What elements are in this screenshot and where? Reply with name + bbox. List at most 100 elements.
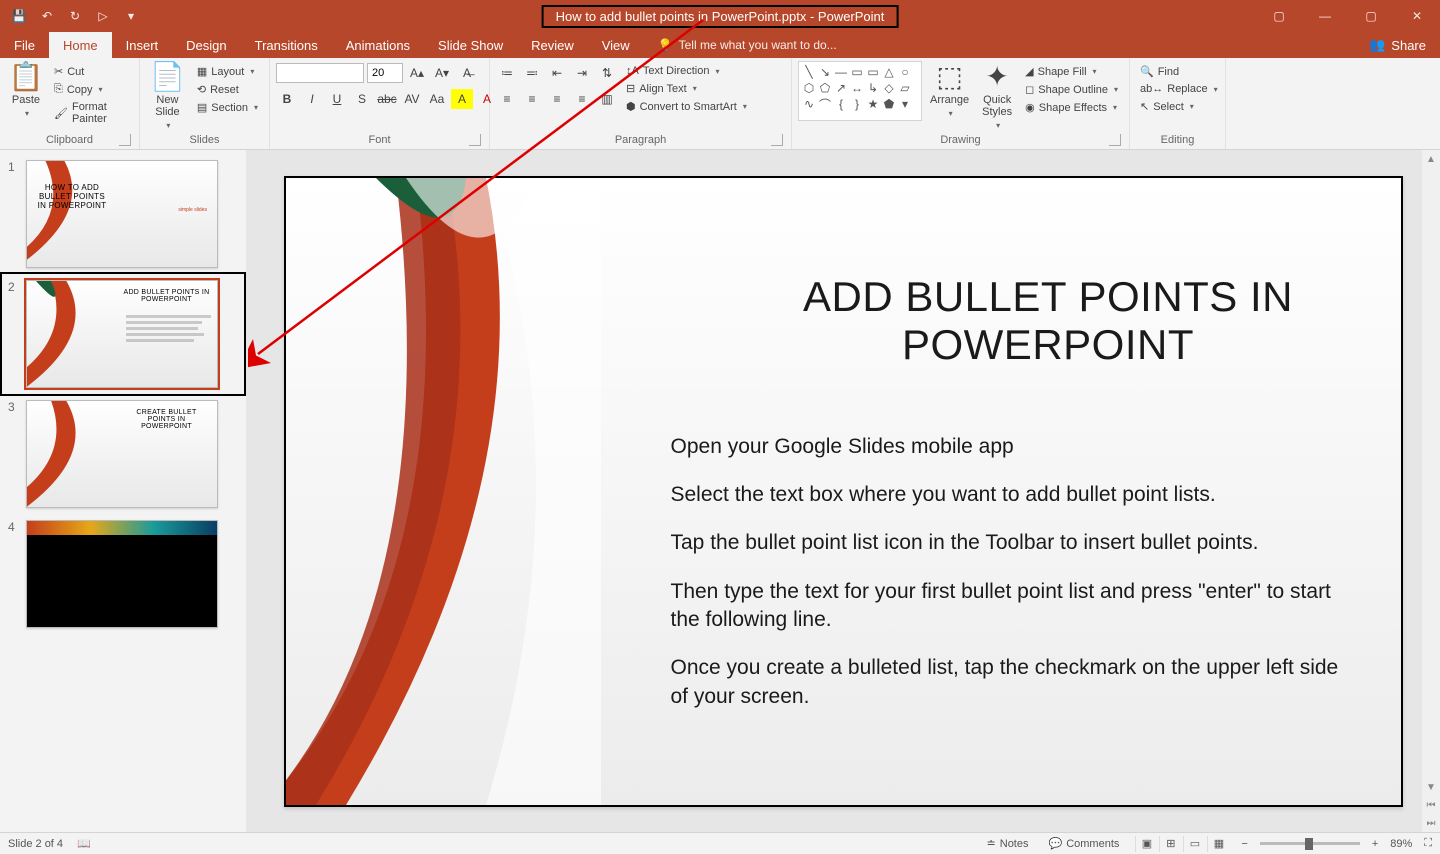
tab-transitions[interactable]: Transitions xyxy=(241,32,332,58)
font-name-input[interactable] xyxy=(276,63,364,83)
slide-thumbnail-4[interactable] xyxy=(26,520,218,628)
numbering-icon[interactable]: ≕ xyxy=(521,63,543,83)
align-text-button[interactable]: ⊟Align Text▾ xyxy=(622,80,751,97)
arrange-button[interactable]: ⬚Arrange▾ xyxy=(926,61,973,120)
zoom-value[interactable]: 89% xyxy=(1390,838,1412,850)
columns-icon[interactable]: ▥ xyxy=(596,89,618,109)
undo-icon[interactable]: ↶ xyxy=(36,5,58,27)
tab-file[interactable]: File xyxy=(0,32,49,58)
maximize-icon[interactable]: ▢ xyxy=(1348,0,1394,32)
redo-icon[interactable]: ↻ xyxy=(64,5,86,27)
ribbon-options-icon[interactable]: ▢ xyxy=(1256,0,1302,32)
tell-me-search[interactable]: 💡 Tell me what you want to do... xyxy=(644,32,837,58)
line-spacing-icon[interactable]: ⇅ xyxy=(596,63,618,83)
reading-view-icon[interactable]: ▭ xyxy=(1183,836,1205,852)
zoom-out-icon[interactable]: − xyxy=(1241,838,1247,850)
slide-editor[interactable]: ADD BULLET POINTS IN POWERPOINT Open you… xyxy=(246,150,1440,832)
case-icon[interactable]: Aa xyxy=(426,89,448,109)
section-button[interactable]: ▤Section▾ xyxy=(193,99,262,116)
normal-view-icon[interactable]: ▣ xyxy=(1135,836,1157,852)
start-slideshow-icon[interactable]: ▷ xyxy=(92,5,114,27)
slide-thumbnails-panel[interactable]: 1 HOW TO ADD BULLET POINTS IN POWERPOINT… xyxy=(0,150,246,832)
bold-icon[interactable]: B xyxy=(276,89,298,109)
tab-design[interactable]: Design xyxy=(172,32,240,58)
clipboard-launcher-icon[interactable] xyxy=(119,134,131,146)
italic-icon[interactable]: I xyxy=(301,89,323,109)
find-button[interactable]: 🔍Find xyxy=(1136,63,1222,80)
replace-button[interactable]: ab↔Replace▾ xyxy=(1136,81,1222,97)
select-button[interactable]: ↖Select▾ xyxy=(1136,98,1222,115)
slideshow-view-icon[interactable]: ▦ xyxy=(1207,836,1229,852)
bullets-icon[interactable]: ≔ xyxy=(496,63,518,83)
paste-button[interactable]: 📋 Paste ▾ xyxy=(6,61,46,120)
layout-button[interactable]: ▦Layout▾ xyxy=(193,63,262,80)
close-icon[interactable]: ✕ xyxy=(1394,0,1440,32)
font-launcher-icon[interactable] xyxy=(469,134,481,146)
decrease-indent-icon[interactable]: ⇤ xyxy=(546,63,568,83)
reset-button[interactable]: ⟲Reset xyxy=(193,81,262,98)
slide-line[interactable]: Open your Google Slides mobile app xyxy=(671,433,1351,461)
align-left-icon[interactable]: ≡ xyxy=(496,89,518,109)
new-slide-button[interactable]: 📄 New Slide ▾ xyxy=(146,61,189,132)
slide-body[interactable]: Open your Google Slides mobile app Selec… xyxy=(671,433,1351,711)
copy-button[interactable]: ⎘Copy▾ xyxy=(50,81,133,98)
slide-thumbnail-2[interactable]: ADD BULLET POINTS IN POWERPOINT xyxy=(26,280,218,388)
format-painter-button[interactable]: 🖌Format Painter xyxy=(50,99,133,127)
clear-format-icon[interactable]: A̶ xyxy=(456,63,478,83)
minimize-icon[interactable]: — xyxy=(1302,0,1348,32)
slide-thumbnail-3[interactable]: CREATE BULLET POINTS IN POWERPOINT xyxy=(26,400,218,508)
zoom-slider[interactable] xyxy=(1260,842,1360,845)
spellcheck-icon[interactable]: 📖 xyxy=(77,837,91,850)
slide-line[interactable]: Once you create a bulleted list, tap the… xyxy=(671,654,1351,711)
paragraph-launcher-icon[interactable] xyxy=(771,134,783,146)
cut-button[interactable]: ✂Cut xyxy=(50,63,133,80)
smartart-button[interactable]: ⬢Convert to SmartArt▾ xyxy=(622,98,751,115)
drawing-launcher-icon[interactable] xyxy=(1109,134,1121,146)
shape-outline-button[interactable]: ◻Shape Outline▾ xyxy=(1021,81,1122,98)
tab-review[interactable]: Review xyxy=(517,32,588,58)
justify-icon[interactable]: ≡ xyxy=(571,89,593,109)
slide-line[interactable]: Then type the text for your first bullet… xyxy=(671,578,1351,635)
smartart-icon: ⬢ xyxy=(626,100,636,113)
scroll-up-icon[interactable]: ▲ xyxy=(1422,150,1440,168)
slide-canvas[interactable]: ADD BULLET POINTS IN POWERPOINT Open you… xyxy=(284,176,1403,807)
slide-thumbnail-1[interactable]: HOW TO ADD BULLET POINTS IN POWERPOINT s… xyxy=(26,160,218,268)
tab-home[interactable]: Home xyxy=(49,32,112,58)
text-direction-button[interactable]: ↕AText Direction▾ xyxy=(622,63,751,79)
tab-view[interactable]: View xyxy=(588,32,644,58)
increase-indent-icon[interactable]: ⇥ xyxy=(571,63,593,83)
tab-slideshow[interactable]: Slide Show xyxy=(424,32,517,58)
zoom-in-icon[interactable]: + xyxy=(1372,838,1378,850)
comments-button[interactable]: 💬Comments xyxy=(1045,835,1124,852)
slide-title[interactable]: ADD BULLET POINTS IN POWERPOINT xyxy=(756,273,1341,369)
strike-icon[interactable]: abc xyxy=(376,89,398,109)
fit-window-icon[interactable]: ⛶ xyxy=(1424,837,1432,850)
underline-icon[interactable]: U xyxy=(326,89,348,109)
shrink-font-icon[interactable]: A▾ xyxy=(431,63,453,83)
slide-line[interactable]: Tap the bullet point list icon in the To… xyxy=(671,529,1351,557)
prev-slide-icon[interactable]: ⏮ xyxy=(1422,796,1440,814)
align-center-icon[interactable]: ≡ xyxy=(521,89,543,109)
shape-effects-button[interactable]: ◉Shape Effects▾ xyxy=(1021,99,1122,116)
save-icon[interactable]: 💾 xyxy=(8,5,30,27)
tab-insert[interactable]: Insert xyxy=(112,32,173,58)
quick-styles-button[interactable]: ✦Quick Styles▾ xyxy=(977,61,1017,132)
share-button[interactable]: 👥 Share xyxy=(1355,32,1440,58)
shape-fill-button[interactable]: ◢Shape Fill▾ xyxy=(1021,63,1122,80)
vertical-scrollbar[interactable]: ▲ ▼ ⏮ ⏭ xyxy=(1422,150,1440,832)
group-slides: 📄 New Slide ▾ ▦Layout▾ ⟲Reset ▤Section▾ … xyxy=(140,58,270,149)
qat-more-icon[interactable]: ▾ xyxy=(120,5,142,27)
shadow-icon[interactable]: S xyxy=(351,89,373,109)
next-slide-icon[interactable]: ⏭ xyxy=(1422,814,1440,832)
sorter-view-icon[interactable]: ⊞ xyxy=(1159,836,1181,852)
scroll-down-icon[interactable]: ▼ xyxy=(1422,778,1440,796)
tab-animations[interactable]: Animations xyxy=(332,32,424,58)
highlight-icon[interactable]: A xyxy=(451,89,473,109)
shapes-gallery[interactable]: ╲↘—▭▭△○ ⬡⬠↗↔↳◇▱ ∿⌒{}★⬟▾ xyxy=(798,61,922,121)
notes-button[interactable]: ≐Notes xyxy=(983,835,1033,852)
align-right-icon[interactable]: ≡ xyxy=(546,89,568,109)
grow-font-icon[interactable]: A▴ xyxy=(406,63,428,83)
slide-line[interactable]: Select the text box where you want to ad… xyxy=(671,481,1351,509)
spacing-icon[interactable]: AV xyxy=(401,89,423,109)
font-size-input[interactable] xyxy=(367,63,403,83)
